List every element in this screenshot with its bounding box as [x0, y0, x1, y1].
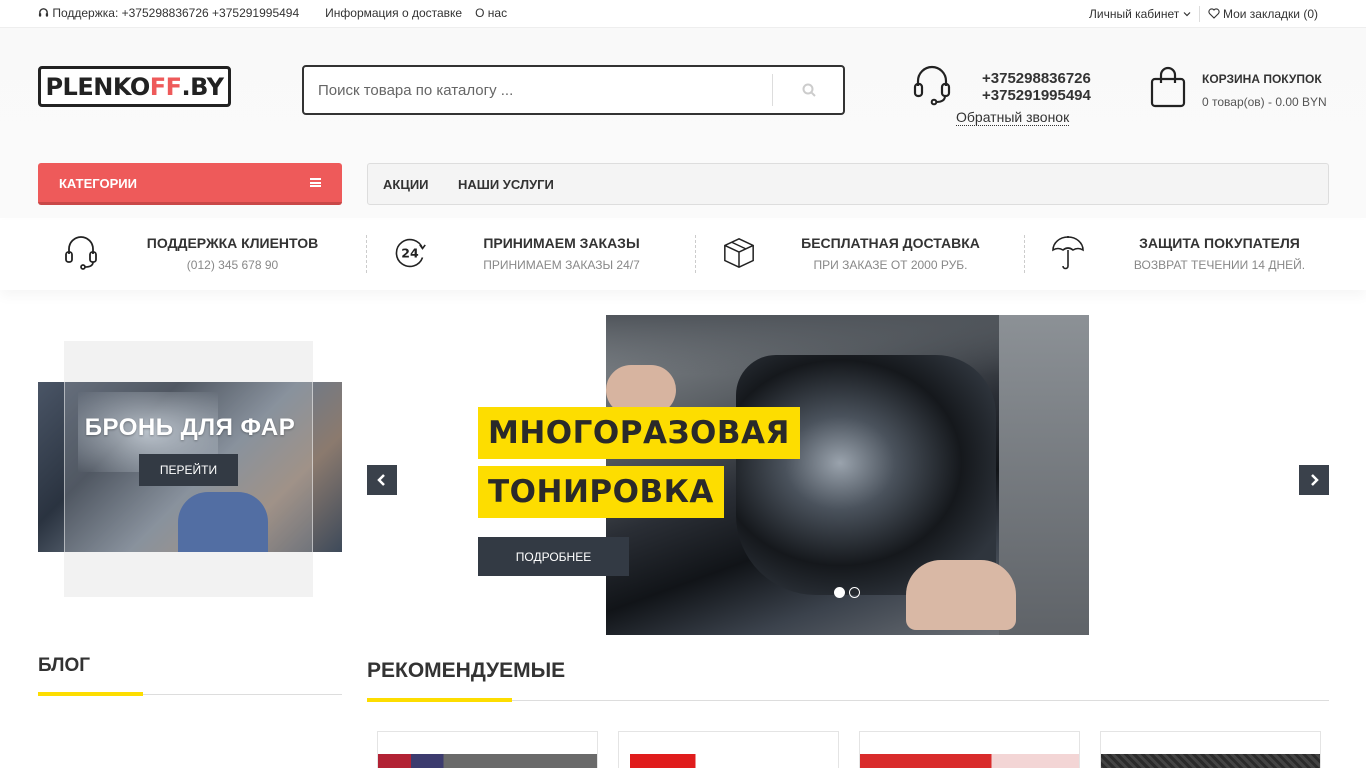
nav-item-services[interactable]: НАШИ УСЛУГИ	[458, 177, 554, 192]
support-text: Поддержка: +375298836726 +375291995494	[52, 6, 300, 20]
slider-dot-1[interactable]	[834, 587, 845, 598]
feature-support: ПОДДЕРЖКА КЛИЕНТОВ (012) 345 678 90	[38, 220, 367, 290]
product-image	[619, 754, 838, 768]
phone-1[interactable]: +375298836726	[982, 70, 1091, 87]
slider-next-button[interactable]	[1299, 465, 1329, 495]
promo-title: БРОНЬ ДЛЯ ФАР	[84, 414, 296, 441]
callback-link[interactable]: Обратный звонок	[956, 109, 1070, 126]
product-image	[378, 754, 597, 768]
product-card[interactable]	[618, 731, 839, 768]
chevron-down-icon	[1183, 12, 1191, 17]
headset-icon	[38, 8, 49, 17]
feature-protection: ЗАЩИТА ПОКУПАТЕЛЯ ВОЗВРАТ ТЕЧЕНИИ 14 ДНЕ…	[1025, 220, 1354, 290]
slide-more-button[interactable]: ПОДРОБНЕЕ	[478, 537, 629, 576]
shopping-bag-icon	[1150, 66, 1186, 108]
chevron-right-icon	[1311, 474, 1319, 486]
slider-dot-2[interactable]	[849, 587, 860, 598]
heart-icon	[1208, 8, 1220, 19]
search-divider	[772, 74, 773, 106]
feature-subtitle: ПРИ ЗАКАЗЕ ОТ 2000 РУБ.	[813, 258, 968, 272]
cart-summary: 0 товар(ов) - 0.00 BYN	[1202, 95, 1327, 109]
product-card[interactable]	[859, 731, 1080, 768]
topbar-divider	[1198, 6, 1200, 22]
bookmarks-link[interactable]: Мои закладки (0)	[1208, 7, 1318, 21]
blog-heading: БЛОГ	[38, 655, 91, 676]
chevron-left-icon	[377, 474, 385, 486]
feature-subtitle: (012) 345 678 90	[186, 258, 279, 272]
search-input[interactable]	[318, 79, 758, 101]
logo-text-part3: .BY	[181, 72, 224, 101]
support-link[interactable]: Поддержка: +375298836726 +375291995494	[38, 6, 312, 20]
blog-underline	[38, 692, 143, 696]
slider-pagination	[834, 587, 860, 598]
promo-banner[interactable]: БРОНЬ ДЛЯ ФАР ПЕРЕЙТИ	[38, 341, 342, 597]
delivery-info-link[interactable]: Информация о доставке	[325, 6, 462, 20]
search-box	[302, 65, 845, 115]
logo-text-part2: FF	[149, 72, 182, 101]
slider-prev-button[interactable]	[367, 465, 397, 495]
feature-orders: 24 ПРИНИМАЕМ ЗАКАЗЫ ПРИНИМАЕМ ЗАКАЗЫ 24/…	[367, 220, 696, 290]
box-icon	[724, 237, 754, 269]
features-bar: ПОДДЕРЖКА КЛИЕНТОВ (012) 345 678 90 24 П…	[0, 220, 1366, 290]
phone-2[interactable]: +375291995494	[982, 87, 1091, 104]
feature-title: БЕСПЛАТНАЯ ДОСТАВКА	[801, 235, 980, 251]
about-link[interactable]: О нас	[475, 6, 507, 20]
feature-title: ПРИНИМАЕМ ЗАКАЗЫ	[483, 235, 640, 251]
product-image	[1101, 754, 1320, 768]
slide-headline-line2: ТОНИРОВКА	[478, 466, 724, 518]
cart-title: КОРЗИНА ПОКУПОК	[1202, 72, 1322, 86]
promo-button[interactable]: ПЕРЕЙТИ	[139, 454, 238, 486]
bookmarks-label: Мои закладки (0)	[1222, 7, 1318, 21]
categories-menu-button[interactable]: КАТЕГОРИИ	[38, 163, 342, 205]
search-button[interactable]	[789, 77, 829, 103]
header-contact: +375298836726 +375291995494 Обратный зво…	[912, 64, 1112, 126]
cart-widget[interactable]: КОРЗИНА ПОКУПОК 0 товар(ов) - 0.00 BYN	[1150, 66, 1340, 116]
headset-icon	[913, 65, 951, 106]
product-card[interactable]	[1100, 731, 1321, 768]
umbrella-icon	[1052, 236, 1084, 270]
top-bar: Поддержка: +375298836726 +375291995494 И…	[0, 0, 1366, 28]
account-label: Личный кабинет	[1088, 7, 1180, 21]
logo-text-part1: PLENKO	[45, 72, 150, 101]
main-nav: АКЦИИ НАШИ УСЛУГИ	[367, 163, 1329, 205]
nav-item-promotions[interactable]: АКЦИИ	[383, 177, 429, 192]
feature-title: ЗАЩИТА ПОКУПАТЕЛЯ	[1139, 235, 1300, 251]
hero-slider: МНОГОРАЗОВАЯ ТОНИРОВКА ПОДРОБНЕЕ	[367, 315, 1329, 635]
recommended-underline	[367, 698, 512, 702]
recommended-heading: РЕКОМЕНДУЕМЫЕ	[367, 659, 566, 682]
slide-headline-line1: МНОГОРАЗОВАЯ	[478, 407, 800, 459]
24-hours-icon: 24	[395, 238, 426, 268]
product-card[interactable]	[377, 731, 598, 768]
feature-subtitle: ВОЗВРАТ ТЕЧЕНИИ 14 ДНЕЙ.	[1133, 258, 1306, 272]
headset-icon	[65, 236, 97, 270]
phone-numbers: +375298836726 +375291995494	[982, 70, 1091, 104]
hamburger-icon	[310, 178, 321, 187]
feature-subtitle: ПРИНИМАЕМ ЗАКАЗЫ 24/7	[483, 258, 640, 272]
feature-delivery: БЕСПЛАТНАЯ ДОСТАВКА ПРИ ЗАКАЗЕ ОТ 2000 Р…	[696, 220, 1025, 290]
site-logo[interactable]: PLENKO FF .BY	[38, 66, 231, 107]
search-icon	[802, 83, 816, 97]
feature-title: ПОДДЕРЖКА КЛИЕНТОВ	[146, 235, 319, 251]
svg-text:24: 24	[401, 245, 419, 260]
account-dropdown[interactable]: Личный кабинет	[1089, 7, 1191, 21]
categories-label: КАТЕГОРИИ	[59, 176, 137, 191]
product-image	[860, 754, 1079, 768]
